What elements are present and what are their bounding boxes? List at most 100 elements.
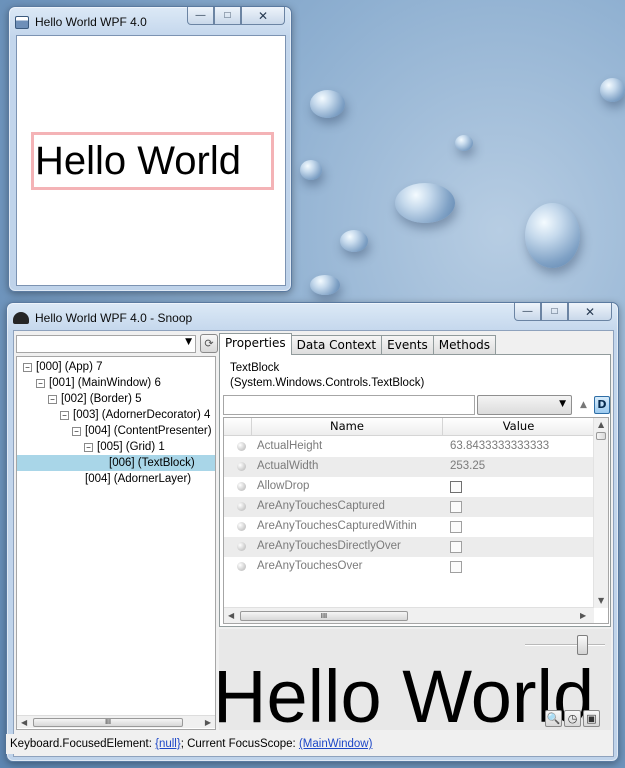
grid-vertical-scrollbar[interactable]: ▲ ▼ [593,418,608,608]
property-name: AreAnyTouchesDirectlyOver [257,540,401,552]
property-value-checkbox[interactable] [450,481,462,493]
magnifier-icon[interactable]: 🔍 [545,710,562,727]
collapse-icon[interactable]: − [60,411,69,420]
clock-icon[interactable]: ◷ [564,710,581,727]
tree-item[interactable]: − [003] (AdornerDecorator) 4 [60,407,210,423]
property-row[interactable]: AreAnyTouchesDirectlyOver [224,537,594,557]
tree-item[interactable]: − [004] (ContentPresenter) 2 [72,423,215,439]
grid-horizontal-scrollbar[interactable]: ◀ III ▶ [224,607,594,623]
tree-item-selected[interactable]: [006] (TextBlock) [17,455,215,471]
property-name: AllowDrop [257,480,310,492]
refresh-button[interactable]: ⟳ [200,334,218,353]
camera-icon[interactable]: ▣ [583,710,600,727]
scroll-down-icon[interactable]: ▼ [598,594,604,607]
tab-events[interactable]: Events [381,335,434,355]
maximize-button[interactable]: □ [541,303,568,321]
water-droplet [455,135,473,151]
binding-status-icon[interactable] [237,442,246,451]
water-droplet [525,203,580,268]
snoop-title-bar[interactable]: Hello World WPF 4.0 - Snoop — □ ✕ [13,303,612,329]
property-filter-combo[interactable]: ▼ [477,395,572,415]
collapse-icon[interactable]: − [48,395,57,404]
scroll-thumb[interactable]: III [240,611,408,621]
window-title: Hello World WPF 4.0 - Snoop [35,311,193,325]
collapse-icon[interactable]: − [36,379,45,388]
selected-type-fullname: (System.Windows.Controls.TextBlock) [230,377,425,389]
window-selector-combo[interactable]: ▼ [16,335,196,353]
status-bar: Keyboard.FocusedElement: {null}; Current… [6,734,607,754]
property-grid[interactable]: Name Value ActualHeight 63.8433333333333 A… [223,417,609,624]
refresh-icon: ⟳ [204,337,214,350]
close-button[interactable]: ✕ [241,7,285,25]
tree-item-label: [000] (App) 7 [36,361,103,373]
tree-item[interactable]: − [005] (Grid) 1 [84,439,165,455]
scroll-left-icon[interactable]: ◀ [21,716,27,729]
scroll-right-icon[interactable]: ▶ [205,716,211,729]
binding-status-icon[interactable] [237,482,246,491]
tree-item-label: [004] (AdornerLayer) [85,473,192,485]
snoop-client-area: ▼ ⟳ − [000] (App) 7 − [001] (MainWindow) 6… [13,330,614,757]
tree-item-label: [003] (AdornerDecorator) 4 [73,409,211,421]
close-button[interactable]: ✕ [568,303,612,321]
tree-item-label: [005] (Grid) 1 [97,441,165,453]
tree-horizontal-scrollbar[interactable]: ◀ III ▶ [17,715,215,728]
maximize-button[interactable]: □ [214,7,241,25]
property-value[interactable]: 253.25 [450,460,485,472]
water-droplet [395,183,455,223]
tab-methods[interactable]: Methods [432,335,497,355]
tab-data-context[interactable]: Data Context [290,335,383,355]
focus-scope-link[interactable]: (MainWindow) [299,738,373,750]
scroll-right-icon[interactable]: ▶ [580,609,586,622]
property-value[interactable]: 63.8433333333333 [450,440,549,452]
hello-text-block: Hello World [31,132,274,190]
snoop-window[interactable]: Hello World WPF 4.0 - Snoop — □ ✕ ▼ ⟳ −[… [6,302,619,762]
tab-properties[interactable]: Properties [219,333,292,355]
zoom-slider[interactable] [525,635,605,655]
binding-status-icon[interactable] [237,462,246,471]
collapse-icon[interactable]: − [23,363,32,372]
hello-client-area: Hello World [16,35,286,286]
collapse-icon[interactable]: − [84,443,93,452]
chevron-down-icon: ▼ [559,399,566,409]
inspector-tabs: Properties Data Context Events Methods [219,333,497,355]
property-name: AreAnyTouchesCaptured [257,500,385,512]
property-row[interactable]: AreAnyTouchesCaptured [224,497,594,517]
scroll-thumb[interactable]: III [33,718,183,727]
visual-tree[interactable]: − [000] (App) 7 − [001] (MainWindow) 6 − [0… [16,356,216,730]
scroll-up-icon[interactable]: ▲ [598,418,604,431]
binding-status-icon[interactable] [237,522,246,531]
water-droplet [300,160,322,180]
tree-item[interactable]: − [001] (MainWindow) 6 [36,375,161,391]
minimize-button[interactable]: — [514,303,541,321]
water-droplet [310,275,340,295]
status-prefix: Keyboard.FocusedElement: [10,738,156,750]
binding-status-icon[interactable] [237,542,246,551]
property-row[interactable]: ActualHeight 63.8433333333333 [224,437,594,457]
property-name: AreAnyTouchesCapturedWithin [257,520,417,532]
property-value-checkbox [450,501,462,513]
focused-element-link[interactable]: {null} [155,738,181,750]
scroll-left-icon[interactable]: ◀ [228,609,234,622]
collapse-icon[interactable]: − [72,427,81,436]
tree-item[interactable]: [004] (AdornerLayer) [85,471,191,487]
binding-status-icon[interactable] [237,562,246,571]
tree-item[interactable]: − [002] (Border) 5 [48,391,142,407]
column-header-name[interactable]: Name [252,418,443,436]
property-row[interactable]: AreAnyTouchesOver [224,557,594,577]
tree-item[interactable]: − [000] (App) 7 [23,359,102,375]
property-filter-input[interactable] [223,395,475,415]
property-row[interactable]: ActualWidth 253.25 [224,457,594,477]
property-row[interactable]: AreAnyTouchesCapturedWithin [224,517,594,537]
minimize-button[interactable]: — [187,7,214,25]
hello-world-window[interactable]: Hello World WPF 4.0 — □ ✕ Hello World [8,6,292,292]
scroll-thumb[interactable] [596,432,606,440]
hello-title-bar[interactable]: Hello World WPF 4.0 — □ ✕ [15,7,285,33]
sort-icon[interactable]: ▲ [576,397,591,414]
property-row[interactable]: AllowDrop [224,477,594,497]
zoom-thumb[interactable] [577,635,588,655]
column-header-value[interactable]: Value [443,418,594,436]
property-name: AreAnyTouchesOver [257,560,363,572]
default-values-toggle-button[interactable]: D [594,396,610,414]
binding-status-icon[interactable] [237,502,246,511]
window-title: Hello World WPF 4.0 [35,15,147,29]
